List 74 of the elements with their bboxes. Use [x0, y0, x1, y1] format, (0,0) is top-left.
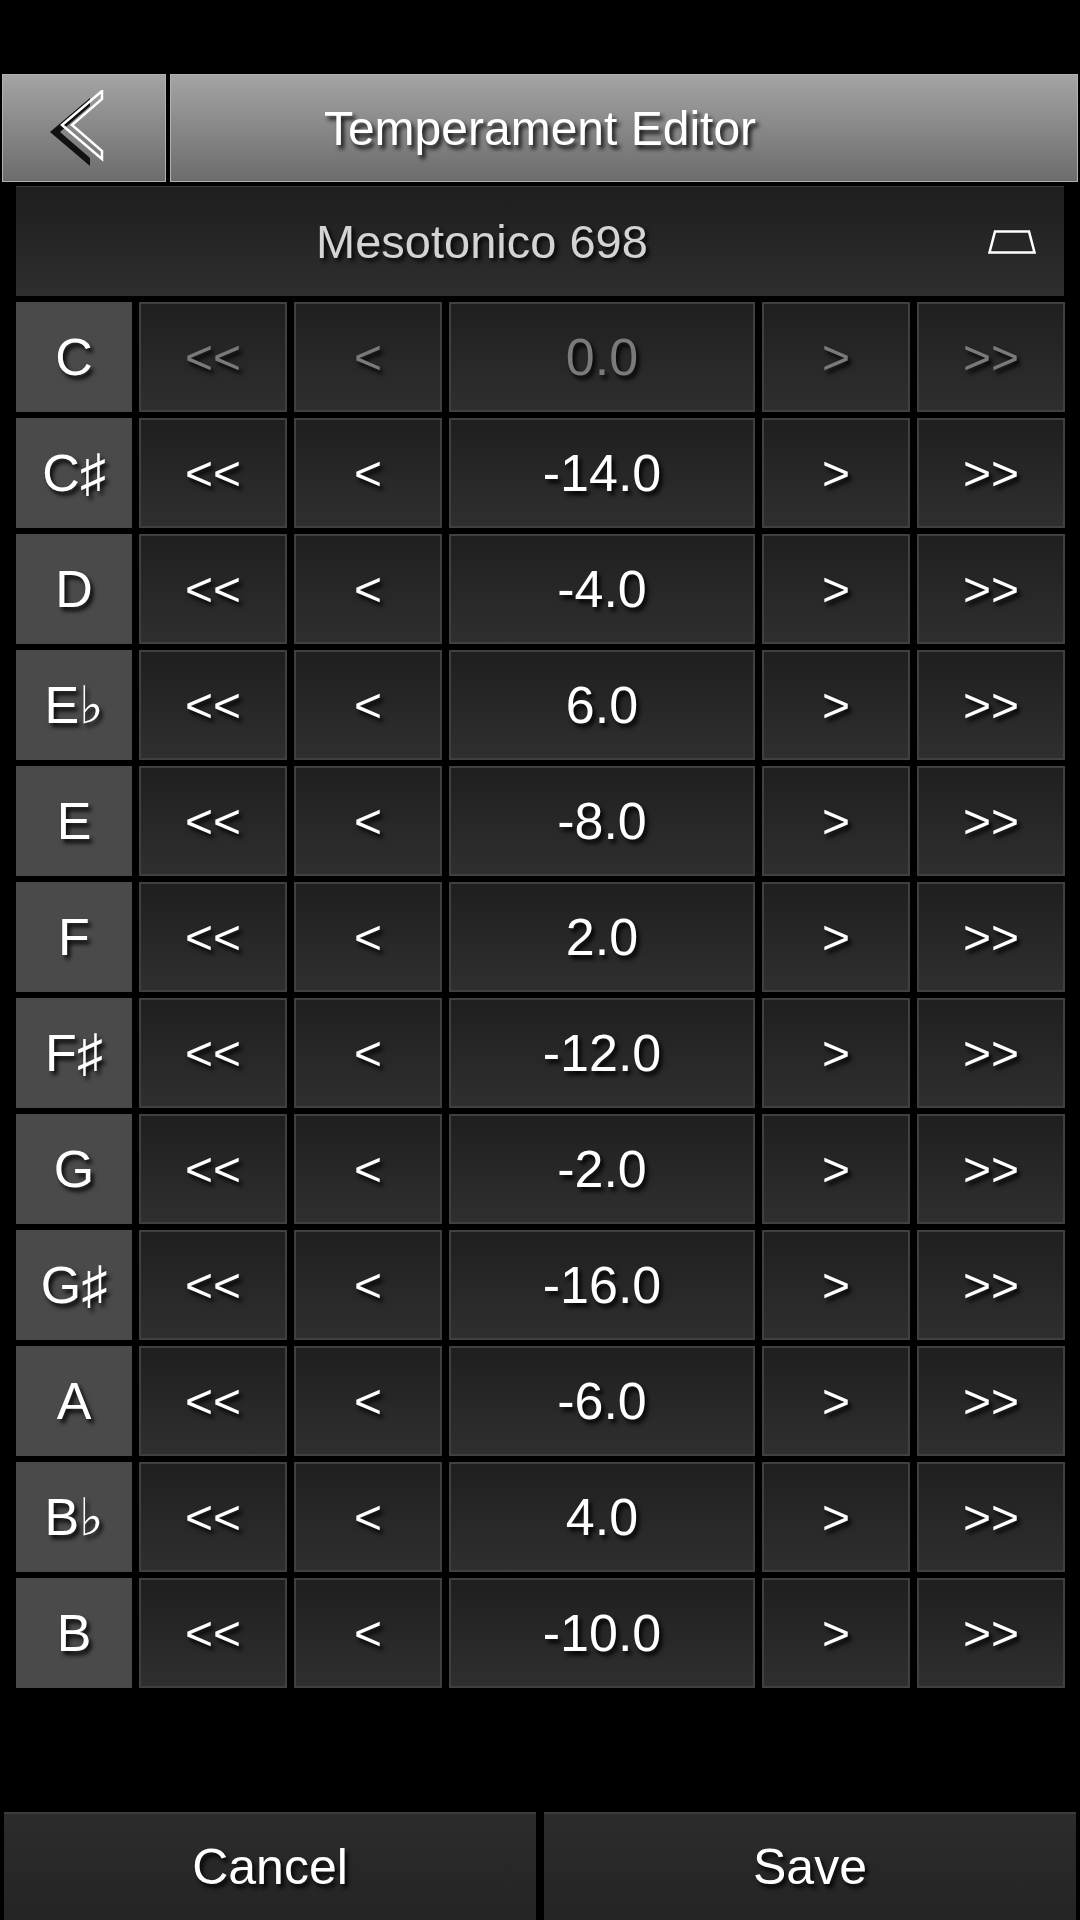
coarse-down-button[interactable]: <<: [139, 998, 287, 1108]
coarse-up-button[interactable]: >>: [917, 418, 1065, 528]
fine-down-button[interactable]: <: [294, 766, 442, 876]
note-label: D: [16, 534, 132, 644]
cents-value-display: 2.0: [449, 882, 755, 992]
cents-value-display: 4.0: [449, 1462, 755, 1572]
coarse-up-button[interactable]: >>: [917, 1578, 1065, 1688]
fine-down-button[interactable]: <: [294, 882, 442, 992]
fine-up-button[interactable]: >: [762, 1230, 910, 1340]
fine-up-button[interactable]: >: [762, 1346, 910, 1456]
screen-title: Temperament Editor: [323, 100, 757, 156]
coarse-down-button[interactable]: <<: [139, 766, 287, 876]
coarse-up-button[interactable]: >>: [917, 650, 1065, 760]
note-label: B♭: [16, 1462, 132, 1572]
back-button[interactable]: [2, 74, 166, 182]
fine-up-button[interactable]: >: [762, 418, 910, 528]
note-label: G♯: [16, 1230, 132, 1340]
fine-down-button[interactable]: <: [294, 534, 442, 644]
dropdown-icon: [988, 229, 1036, 254]
coarse-down-button[interactable]: <<: [139, 1346, 287, 1456]
fine-down-button[interactable]: <: [294, 1462, 442, 1572]
coarse-down-button[interactable]: <<: [139, 882, 287, 992]
coarse-up-button[interactable]: >>: [917, 1114, 1065, 1224]
coarse-up-button[interactable]: >>: [917, 882, 1065, 992]
cents-value-display: -14.0: [449, 418, 755, 528]
cents-value-display: -12.0: [449, 998, 755, 1108]
fine-up-button[interactable]: >: [762, 998, 910, 1108]
fine-down-button[interactable]: <: [294, 418, 442, 528]
note-label: C♯: [16, 418, 132, 528]
note-label: F: [16, 882, 132, 992]
coarse-up-button[interactable]: >>: [917, 1346, 1065, 1456]
note-label: E♭: [16, 650, 132, 760]
coarse-up-button[interactable]: >>: [917, 534, 1065, 644]
coarse-down-button[interactable]: <<: [139, 1578, 287, 1688]
note-label: B: [16, 1578, 132, 1688]
cents-value-display: -8.0: [449, 766, 755, 876]
coarse-up-button[interactable]: >>: [917, 1230, 1065, 1340]
fine-down-button[interactable]: <: [294, 1114, 442, 1224]
cents-value-display: 6.0: [449, 650, 755, 760]
fine-up-button[interactable]: >: [762, 1462, 910, 1572]
note-label: F♯: [16, 998, 132, 1108]
coarse-down-button[interactable]: <<: [139, 650, 287, 760]
cents-value-display: -6.0: [449, 1346, 755, 1456]
coarse-down-button[interactable]: <<: [139, 534, 287, 644]
fine-down-button[interactable]: <: [294, 1346, 442, 1456]
fine-up-button[interactable]: >: [762, 766, 910, 876]
note-label: G: [16, 1114, 132, 1224]
fine-up-button[interactable]: >: [762, 650, 910, 760]
fine-down-button[interactable]: <: [294, 1578, 442, 1688]
coarse-up-button[interactable]: >>: [917, 766, 1065, 876]
cents-value-display: -10.0: [449, 1578, 755, 1688]
cents-value-display: -4.0: [449, 534, 755, 644]
cancel-button[interactable]: Cancel: [4, 1812, 536, 1920]
coarse-down-button[interactable]: <<: [139, 1114, 287, 1224]
fine-down-button[interactable]: <: [294, 650, 442, 760]
fine-up-button[interactable]: >: [762, 534, 910, 644]
fine-down-button[interactable]: <: [294, 998, 442, 1108]
note-label: E: [16, 766, 132, 876]
fine-up-button[interactable]: >: [762, 1114, 910, 1224]
coarse-up-button[interactable]: >>: [917, 1462, 1065, 1572]
preset-selector[interactable]: Mesotonico 698: [16, 186, 1064, 296]
cents-value-display: -16.0: [449, 1230, 755, 1340]
note-label: A: [16, 1346, 132, 1456]
note-label: C: [16, 302, 132, 412]
cents-value-display: 0.0: [449, 302, 755, 412]
coarse-up-button[interactable]: >>: [917, 998, 1065, 1108]
cents-value-display: -2.0: [449, 1114, 755, 1224]
fine-up-button[interactable]: >: [762, 882, 910, 992]
fine-down-button[interactable]: <: [294, 1230, 442, 1340]
fine-up-button[interactable]: >: [762, 1578, 910, 1688]
save-button[interactable]: Save: [544, 1812, 1076, 1920]
coarse-down-button[interactable]: <<: [139, 1462, 287, 1572]
coarse-down-button[interactable]: <<: [139, 1230, 287, 1340]
coarse-down-button[interactable]: <<: [139, 418, 287, 528]
